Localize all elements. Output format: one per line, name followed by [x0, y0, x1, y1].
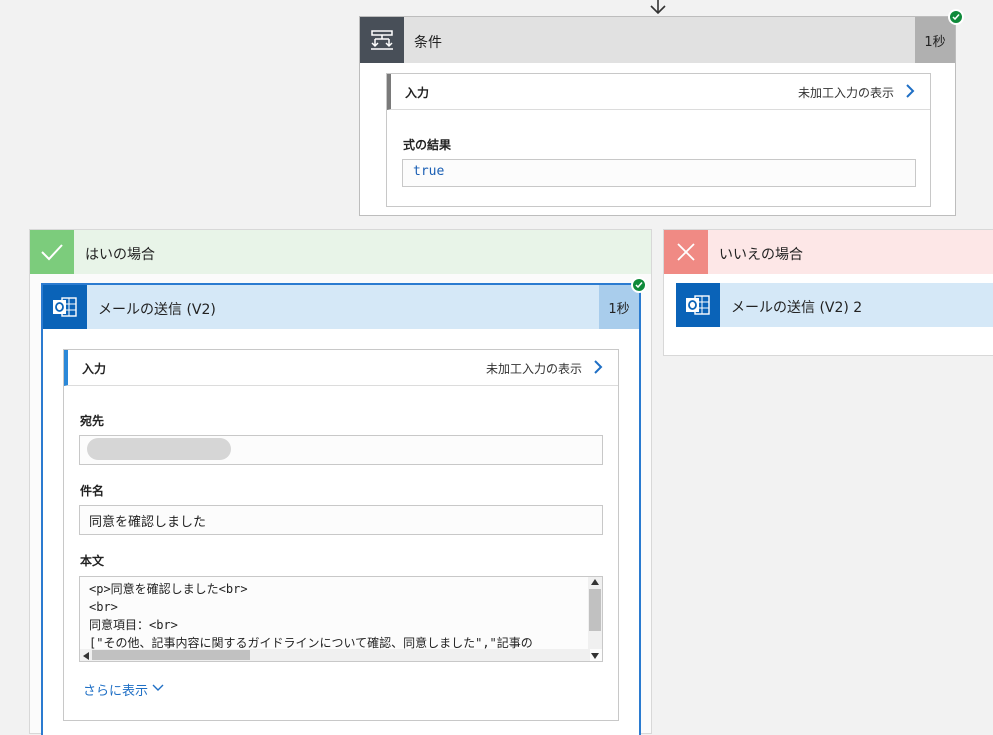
- horizontal-scrollbar[interactable]: [80, 649, 590, 661]
- body-line: <p>同意を確認しました<br>: [89, 582, 248, 596]
- close-icon: [664, 230, 708, 274]
- inputs-label: 入力: [82, 362, 107, 376]
- expression-result-label: 式の結果: [403, 138, 452, 152]
- no-branch-title: いいえの場合: [719, 247, 803, 263]
- outlook-icon: [676, 283, 720, 327]
- send-mail-title: メールの送信 (V2): [98, 302, 216, 318]
- yes-branch: はいの場合 メールの送信 (V2) 1秒 入力 未加工入力の表示 宛先 件名 同…: [29, 229, 652, 735]
- subject-field: 同意を確認しました: [79, 505, 603, 535]
- condition-icon: [360, 17, 404, 63]
- subject-label: 件名: [80, 484, 105, 498]
- body-line: 同意項目：<br>: [89, 618, 178, 632]
- no-branch: いいえの場合 メールの送信 (V2) 2: [663, 229, 993, 356]
- success-check-icon: [948, 9, 964, 25]
- body-field[interactable]: <p>同意を確認しました<br> <br> 同意項目：<br> ["その他、記事…: [79, 576, 603, 662]
- body-line: <br>: [89, 600, 118, 614]
- expression-result-value: true: [413, 164, 445, 179]
- scroll-down-icon[interactable]: [591, 653, 599, 659]
- send-mail-duration: 1秒: [599, 285, 639, 329]
- send-mail-inputs-panel: 入力 未加工入力の表示 宛先 件名 同意を確認しました 本文 <p>同意を確認し…: [63, 349, 619, 721]
- send-mail-card[interactable]: メールの送信 (V2) 1秒 入力 未加工入力の表示 宛先 件名 同意を確認しま…: [41, 277, 647, 735]
- chevron-down-icon[interactable]: [152, 684, 164, 692]
- send-mail-2-card[interactable]: メールの送信 (V2) 2: [676, 283, 993, 327]
- condition-inputs-panel: 入力 未加工入力の表示 式の結果 true: [386, 73, 931, 207]
- horizontal-scroll-thumb[interactable]: [92, 650, 250, 660]
- show-raw-inputs-link[interactable]: 未加工入力の表示: [798, 84, 894, 101]
- condition-duration-label: 1秒: [924, 34, 946, 50]
- success-check-icon: [631, 277, 647, 293]
- no-branch-header[interactable]: いいえの場合: [664, 230, 993, 274]
- to-label: 宛先: [80, 414, 105, 428]
- chevron-right-icon[interactable]: [904, 82, 916, 100]
- show-more-link[interactable]: さらに表示: [83, 680, 148, 699]
- send-mail-inputs-header[interactable]: 入力 未加工入力の表示: [64, 350, 618, 386]
- condition-duration: 1秒: [915, 17, 955, 63]
- outlook-icon: [43, 285, 87, 329]
- checkmark-icon: [30, 230, 74, 274]
- condition-header[interactable]: 条件 1秒: [360, 17, 955, 63]
- send-mail-header[interactable]: メールの送信 (V2) 1秒: [43, 285, 639, 329]
- vertical-scrollbar[interactable]: [588, 577, 602, 659]
- condition-card[interactable]: 条件 1秒 入力 未加工入力の表示 式の結果 true: [359, 9, 964, 216]
- condition-title: 条件: [414, 35, 442, 51]
- condition-inputs-header[interactable]: 入力 未加工入力の表示: [387, 74, 930, 110]
- to-field: [79, 435, 603, 465]
- inputs-label: 入力: [405, 86, 430, 100]
- body-label: 本文: [80, 554, 105, 568]
- subject-value: 同意を確認しました: [89, 515, 207, 530]
- connector-arrow-icon: [650, 0, 666, 15]
- show-raw-inputs-link[interactable]: 未加工入力の表示: [486, 360, 582, 377]
- scroll-up-icon[interactable]: [591, 579, 599, 585]
- send-mail-2-header[interactable]: メールの送信 (V2) 2: [676, 283, 993, 327]
- send-mail-2-title: メールの送信 (V2) 2: [731, 300, 863, 316]
- send-mail-duration-label: 1秒: [608, 301, 630, 317]
- chevron-right-icon[interactable]: [592, 358, 604, 376]
- redacted-recipient: [87, 438, 231, 460]
- yes-branch-header[interactable]: はいの場合: [30, 230, 651, 274]
- body-text: <p>同意を確認しました<br> <br> 同意項目：<br> ["その他、記事…: [89, 580, 587, 652]
- scroll-left-icon[interactable]: [83, 652, 89, 660]
- vertical-scroll-thumb[interactable]: [589, 589, 601, 631]
- yes-branch-title: はいの場合: [85, 247, 155, 263]
- expression-result-field: true: [402, 159, 916, 187]
